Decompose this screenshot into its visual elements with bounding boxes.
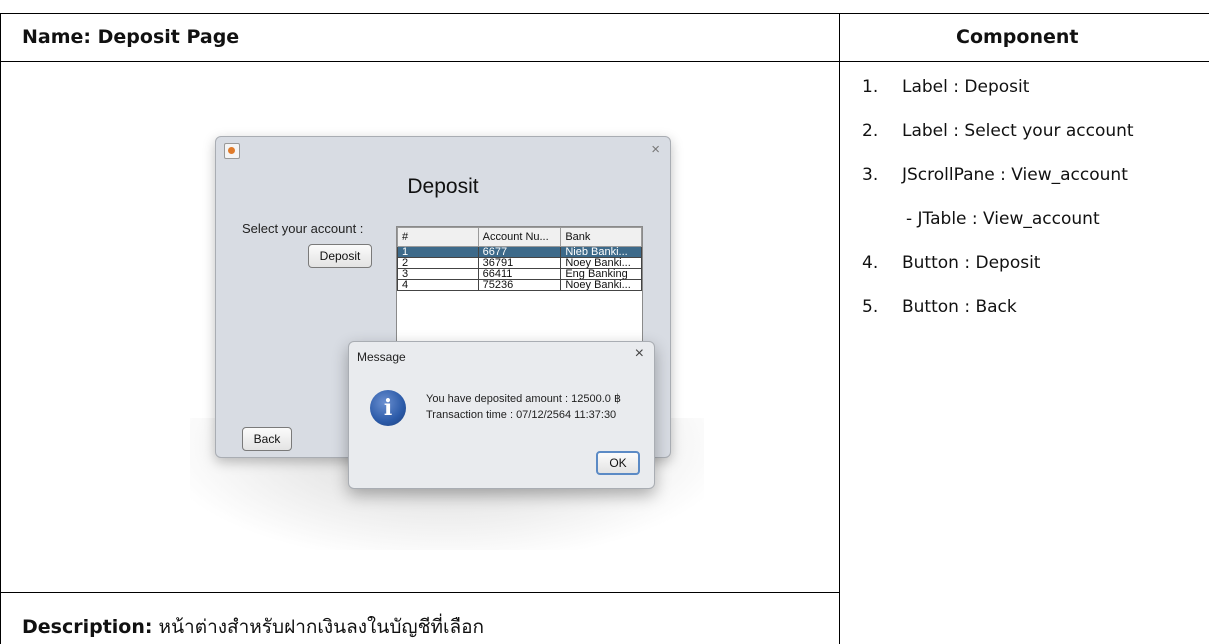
ok-button[interactable]: OK: [596, 451, 640, 475]
page-name: Deposit Page: [97, 26, 240, 48]
close-icon[interactable]: ×: [651, 141, 660, 158]
description-text: หน้าต่างสำหรับฝากเงินลงในบัญชีที่เลือก: [158, 616, 485, 638]
table-cell: 4: [397, 279, 479, 291]
header-divider: [0, 61, 1209, 62]
table-cell: 6677: [477, 246, 562, 258]
column-divider: [839, 13, 840, 644]
deposit-amount-message: You have deposited amount : 12500.0 ฿: [426, 393, 621, 405]
table-header-row: # Account Nu... Bank: [397, 227, 642, 247]
back-button[interactable]: Back: [242, 427, 292, 451]
table-cell: 3: [397, 268, 479, 280]
view-account-table[interactable]: # Account Nu... Bank 1 6677 Nieb Banki..…: [397, 227, 642, 291]
table-cell: 75236: [477, 279, 562, 291]
deposit-button[interactable]: Deposit: [308, 244, 372, 268]
table-cell: 2: [397, 257, 479, 269]
message-dialog: Message × i You have deposited amount : …: [348, 341, 655, 489]
dialog-close-icon[interactable]: ×: [635, 345, 644, 363]
table-cell: Noey Banki...: [560, 279, 642, 291]
table-cell: Eng Banking: [560, 268, 642, 280]
table-cell: Noey Banki...: [560, 257, 642, 269]
table-row[interactable]: 3 66411 Eng Banking: [397, 268, 642, 280]
description-label: Description:: [22, 616, 153, 638]
table-left-border: [0, 13, 1, 644]
table-row[interactable]: 4 75236 Noey Banki...: [397, 279, 642, 291]
deposit-title-label: Deposit: [407, 175, 479, 198]
description-divider: [0, 592, 840, 593]
transaction-time-message: Transaction time : 07/12/2564 11:37:30: [426, 409, 617, 421]
name-label: Name:: [22, 26, 92, 48]
java-app-icon: [224, 143, 240, 159]
table-cell: 1: [397, 246, 479, 258]
table-cell: 66411: [477, 268, 562, 280]
name-heading: Name: Deposit Page: [22, 26, 239, 48]
description: Description: หน้าต่างสำหรับฝากเงินลงในบั…: [22, 612, 484, 642]
table-cell: 36791: [477, 257, 562, 269]
column-header-number[interactable]: #: [397, 227, 479, 247]
window-titlebar: ×: [216, 137, 670, 163]
table-row[interactable]: 1 6677 Nieb Banki...: [397, 246, 642, 258]
component-heading: Component: [956, 26, 1079, 48]
dialog-title: Message: [357, 350, 406, 364]
info-icon: i: [370, 390, 406, 426]
table-top-border: [0, 13, 1209, 14]
column-header-account[interactable]: Account Nu...: [477, 227, 562, 247]
table-row[interactable]: 2 36791 Noey Banki...: [397, 257, 642, 269]
column-header-bank[interactable]: Bank: [560, 227, 642, 247]
table-cell: Nieb Banki...: [560, 246, 642, 258]
select-account-label: Select your account :: [242, 221, 364, 236]
